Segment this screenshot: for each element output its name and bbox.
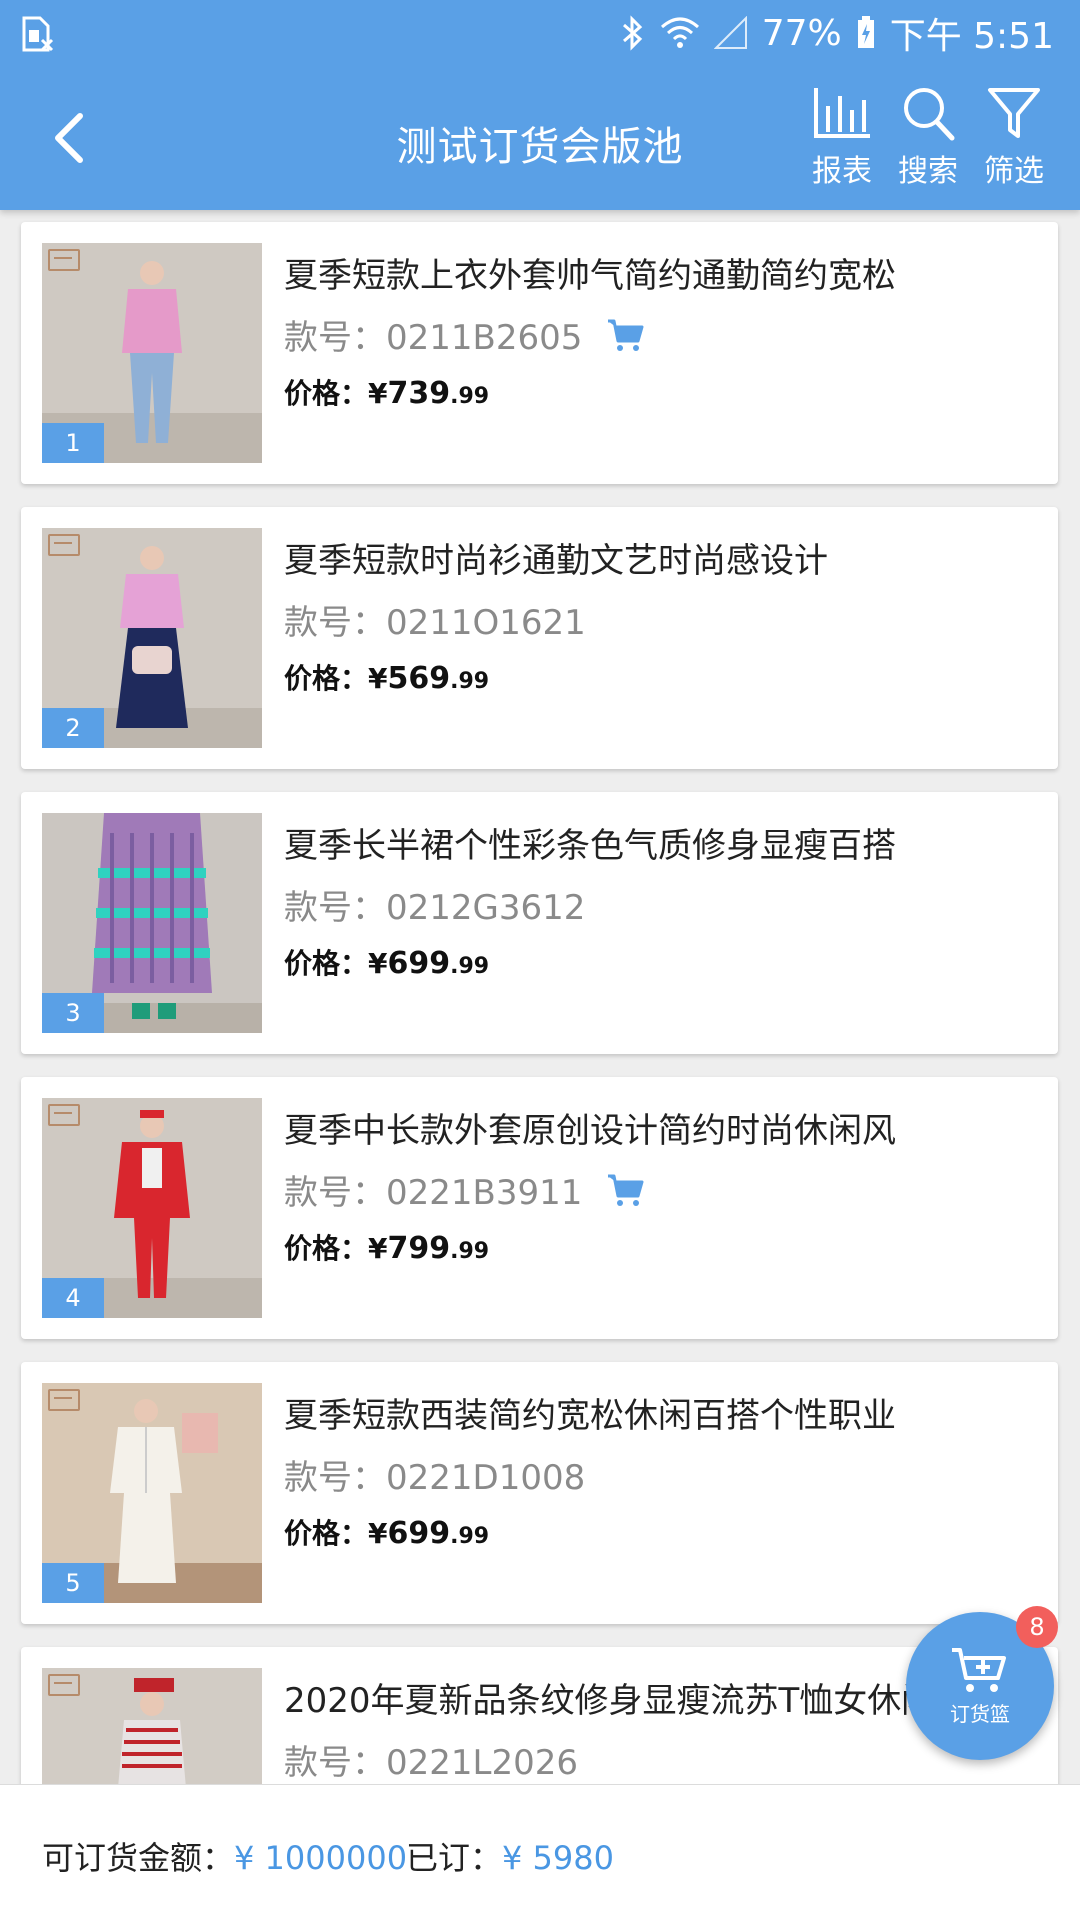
product-index: 3 xyxy=(42,993,104,1033)
in-cart-icon[interactable] xyxy=(606,317,644,353)
price-prefix: 价格： xyxy=(284,1517,369,1550)
currency-symbol: ¥ xyxy=(368,1517,388,1550)
header-actions: 报表 搜索 筛选 xyxy=(810,84,1046,190)
battery-percent: 77% xyxy=(761,12,842,54)
product-image[interactable]: 5 xyxy=(42,1383,262,1603)
ordered-label: 已订： xyxy=(406,1839,503,1877)
product-image[interactable]: 4 xyxy=(42,1098,262,1318)
product-name: 夏季短款西装简约宽松休闲百搭个性职业 xyxy=(284,1396,896,1436)
available-value: ¥ 1000000 xyxy=(234,1839,408,1877)
report-button[interactable]: 报表 xyxy=(810,84,874,190)
search-label: 搜索 xyxy=(898,154,958,189)
product-image[interactable]: 2 xyxy=(42,528,262,748)
product-card[interactable]: 2020年夏新品条纹修身显瘦流苏T恤女休闲 款号：0221L2026 xyxy=(21,1647,1058,1784)
brand-logo xyxy=(48,1389,80,1411)
currency-symbol: ¥ xyxy=(368,377,388,410)
ordered-value: ¥ 5980 xyxy=(502,1839,614,1877)
price-prefix: 价格： xyxy=(284,377,369,410)
bar-chart-icon xyxy=(814,88,870,138)
price-integer: 739 xyxy=(387,376,451,411)
product-code: 款号：0211O1621 xyxy=(284,603,586,643)
product-code-row: 款号：0221D1008 xyxy=(284,1450,585,1499)
product-name: 夏季长半裙个性彩条色气质修身显瘦百搭 xyxy=(284,826,896,866)
product-index: 5 xyxy=(42,1563,104,1603)
currency-symbol: ¥ xyxy=(368,1232,388,1265)
product-card[interactable]: 5 夏季短款西装简约宽松休闲百搭个性职业 款号：0221D1008 价格：¥69… xyxy=(21,1362,1058,1624)
status-bar: 77% 下午 5:51 xyxy=(0,0,1080,66)
wifi-icon xyxy=(660,17,699,48)
ordered-amount: 已订：¥ 5980 xyxy=(406,1833,614,1879)
available-label: 可订货金额： xyxy=(42,1839,235,1877)
price-integer: 699 xyxy=(387,1516,451,1551)
brand-logo xyxy=(48,1104,80,1126)
product-image[interactable]: 3 xyxy=(42,813,262,1033)
product-code: 款号：0221D1008 xyxy=(284,1458,586,1498)
price-prefix: 价格： xyxy=(284,1232,369,1265)
product-price: 价格：¥569.99 xyxy=(284,657,489,697)
product-price: 价格：¥699.99 xyxy=(284,1512,489,1552)
available-amount: 可订货金额：¥ 1000000 xyxy=(42,1833,407,1879)
product-code: 款号：0221B3911 xyxy=(284,1173,583,1213)
sim-card-icon xyxy=(22,16,54,52)
product-image[interactable]: 1 xyxy=(42,243,262,463)
product-code-row: 款号：0221L2026 xyxy=(284,1735,578,1784)
price-integer: 699 xyxy=(387,946,451,981)
filter-button[interactable]: 筛选 xyxy=(982,84,1046,190)
bluetooth-icon xyxy=(622,15,642,51)
product-price: 价格：¥699.99 xyxy=(284,942,489,982)
product-code-row: 款号：0212G3612 xyxy=(284,880,585,929)
price-decimal: .99 xyxy=(450,1239,490,1264)
product-name: 夏季短款上衣外套帅气简约通勤简约宽松 xyxy=(284,256,896,296)
product-code-row: 款号：0211O1621 xyxy=(284,595,586,644)
filter-icon xyxy=(988,88,1040,138)
product-name: 夏季中长款外套原创设计简约时尚休闲风 xyxy=(284,1111,896,1151)
price-decimal: .99 xyxy=(450,669,490,694)
status-right: 77% 下午 5:51 xyxy=(620,8,1054,58)
app-bar: 测试订货会版池 报表 搜索 筛选 xyxy=(0,66,1080,210)
product-card[interactable]: 1 夏季短款上衣外套帅气简约通勤简约宽松 款号：0211B2605 价格：¥73… xyxy=(21,222,1058,484)
cart-add-icon xyxy=(952,1648,1006,1692)
product-code: 款号：0211B2605 xyxy=(284,318,583,358)
in-cart-icon[interactable] xyxy=(606,1172,644,1208)
battery-charging-icon xyxy=(857,16,874,48)
product-index: 2 xyxy=(42,708,104,748)
product-image[interactable] xyxy=(42,1668,262,1784)
currency-symbol: ¥ xyxy=(368,947,388,980)
product-code: 款号：0212G3612 xyxy=(284,888,586,928)
report-label: 报表 xyxy=(812,154,872,189)
product-list[interactable]: 1 夏季短款上衣外套帅气简约通勤简约宽松 款号：0211B2605 价格：¥73… xyxy=(0,210,1080,1784)
top-bar: 77% 下午 5:51 测试订货会版池 报表 搜索 筛选 xyxy=(0,0,1080,210)
price-decimal: .99 xyxy=(450,1524,490,1549)
product-price: 价格：¥739.99 xyxy=(284,372,489,412)
product-code-row: 款号：0211B2605 xyxy=(284,310,644,359)
product-card[interactable]: 2 夏季短款时尚衫通勤文艺时尚感设计 款号：0211O1621 价格：¥569.… xyxy=(21,507,1058,769)
product-price: 价格：¥799.99 xyxy=(284,1227,489,1267)
brand-logo xyxy=(48,1674,80,1696)
product-name: 夏季短款时尚衫通勤文艺时尚感设计 xyxy=(284,541,828,581)
price-decimal: .99 xyxy=(450,384,490,409)
price-decimal: .99 xyxy=(450,954,490,979)
order-basket-label: 订货篮 xyxy=(950,1702,1010,1726)
price-integer: 569 xyxy=(387,661,451,696)
brand-logo xyxy=(48,249,80,271)
product-index: 4 xyxy=(42,1278,104,1318)
order-summary-footer: 可订货金额：¥ 1000000 已订：¥ 5980 xyxy=(0,1784,1080,1921)
search-button[interactable]: 搜索 xyxy=(896,84,960,190)
filter-label: 筛选 xyxy=(984,154,1044,189)
clock: 下午 5:51 xyxy=(889,16,1054,57)
cart-count-badge: 8 xyxy=(1016,1606,1058,1648)
price-prefix: 价格： xyxy=(284,947,369,980)
search-icon xyxy=(904,88,955,141)
product-code-row: 款号：0221B3911 xyxy=(284,1165,644,1214)
product-card[interactable]: 4 夏季中长款外套原创设计简约时尚休闲风 款号：0221B3911 价格：¥79… xyxy=(21,1077,1058,1339)
currency-symbol: ¥ xyxy=(368,662,388,695)
brand-logo xyxy=(48,534,80,556)
price-integer: 799 xyxy=(387,1231,451,1266)
signal-icon xyxy=(713,16,747,49)
product-name: 2020年夏新品条纹修身显瘦流苏T恤女休闲 xyxy=(284,1681,936,1721)
product-card[interactable]: 3 夏季长半裙个性彩条色气质修身显瘦百搭 款号：0212G3612 价格：¥69… xyxy=(21,792,1058,1054)
product-index: 1 xyxy=(42,423,104,463)
product-code: 款号：0221L2026 xyxy=(284,1743,578,1783)
price-prefix: 价格： xyxy=(284,662,369,695)
